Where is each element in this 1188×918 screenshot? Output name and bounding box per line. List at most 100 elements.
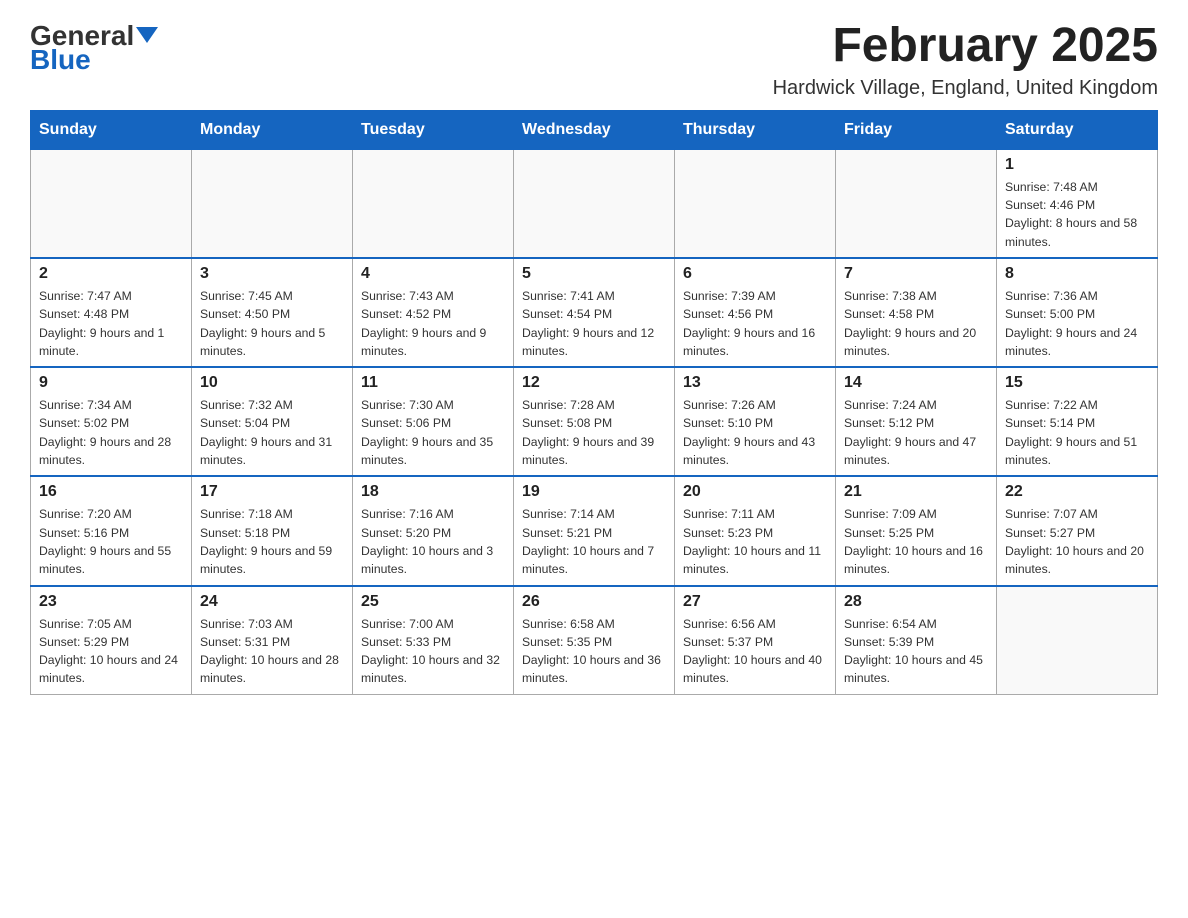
day-number: 25	[361, 593, 505, 611]
day-info: Sunrise: 7:24 AMSunset: 5:12 PMDaylight:…	[844, 396, 988, 469]
day-number: 23	[39, 593, 183, 611]
day-number: 17	[200, 483, 344, 501]
day-number: 3	[200, 265, 344, 283]
calendar-header-row: SundayMondayTuesdayWednesdayThursdayFrid…	[31, 110, 1158, 149]
day-info: Sunrise: 6:56 AMSunset: 5:37 PMDaylight:…	[683, 615, 827, 688]
day-info: Sunrise: 7:16 AMSunset: 5:20 PMDaylight:…	[361, 505, 505, 578]
day-info: Sunrise: 7:07 AMSunset: 5:27 PMDaylight:…	[1005, 505, 1149, 578]
day-info: Sunrise: 7:32 AMSunset: 5:04 PMDaylight:…	[200, 396, 344, 469]
calendar-cell: 6 Sunrise: 7:39 AMSunset: 4:56 PMDaylight…	[675, 258, 836, 367]
day-number: 15	[1005, 374, 1149, 392]
calendar-week-0: 1 Sunrise: 7:48 AMSunset: 4:46 PMDaylight…	[31, 149, 1158, 258]
calendar-cell: 13Sunrise: 7:26 AMSunset: 5:10 PMDayligh…	[675, 367, 836, 476]
day-number: 27	[683, 593, 827, 611]
calendar-cell	[675, 149, 836, 258]
day-number: 12	[522, 374, 666, 392]
calendar-cell: 11 Sunrise: 7:30 AMSunset: 5:06 PMDayligh…	[353, 367, 514, 476]
day-info: Sunrise: 7:39 AMSunset: 4:56 PMDaylight:…	[683, 287, 827, 360]
calendar-table: SundayMondayTuesdayWednesdayThursdayFrid…	[30, 110, 1158, 695]
header-tuesday: Tuesday	[353, 110, 514, 149]
calendar-cell	[836, 149, 997, 258]
calendar-cell: 1 Sunrise: 7:48 AMSunset: 4:46 PMDaylight…	[997, 149, 1158, 258]
calendar-cell	[514, 149, 675, 258]
day-info: Sunrise: 6:58 AMSunset: 5:35 PMDaylight:…	[522, 615, 666, 688]
day-info: Sunrise: 7:20 AMSunset: 5:16 PMDaylight:…	[39, 505, 183, 578]
month-title: February 2025	[773, 20, 1158, 73]
calendar-cell: 10 Sunrise: 7:32 AMSunset: 5:04 PMDayligh…	[192, 367, 353, 476]
day-info: Sunrise: 7:22 AMSunset: 5:14 PMDaylight:…	[1005, 396, 1149, 469]
day-info: Sunrise: 7:47 AMSunset: 4:48 PMDaylight:…	[39, 287, 183, 360]
day-number: 1	[1005, 156, 1149, 174]
calendar-cell: 4 Sunrise: 7:43 AMSunset: 4:52 PMDaylight…	[353, 258, 514, 367]
day-info: Sunrise: 7:00 AMSunset: 5:33 PMDaylight:…	[361, 615, 505, 688]
day-info: Sunrise: 7:11 AMSunset: 5:23 PMDaylight:…	[683, 505, 827, 578]
calendar-cell: 2Sunrise: 7:47 AMSunset: 4:48 PMDaylight…	[31, 258, 192, 367]
calendar-cell: 7Sunrise: 7:38 AMSunset: 4:58 PMDaylight…	[836, 258, 997, 367]
day-info: Sunrise: 7:28 AMSunset: 5:08 PMDaylight:…	[522, 396, 666, 469]
page-header: General Blue February 2025 Hardwick Vill…	[30, 20, 1158, 100]
day-number: 24	[200, 593, 344, 611]
day-info: Sunrise: 7:30 AMSunset: 5:06 PMDaylight:…	[361, 396, 505, 469]
day-info: Sunrise: 7:36 AMSunset: 5:00 PMDaylight:…	[1005, 287, 1149, 360]
day-number: 10	[200, 374, 344, 392]
calendar-cell: 28Sunrise: 6:54 AMSunset: 5:39 PMDayligh…	[836, 586, 997, 695]
day-number: 16	[39, 483, 183, 501]
day-info: Sunrise: 7:18 AMSunset: 5:18 PMDaylight:…	[200, 505, 344, 578]
calendar-cell: 21Sunrise: 7:09 AMSunset: 5:25 PMDayligh…	[836, 476, 997, 585]
calendar-cell: 24 Sunrise: 7:03 AMSunset: 5:31 PMDayligh…	[192, 586, 353, 695]
calendar-cell	[192, 149, 353, 258]
day-number: 14	[844, 374, 988, 392]
day-number: 9	[39, 374, 183, 392]
day-number: 19	[522, 483, 666, 501]
calendar-cell: 18 Sunrise: 7:16 AMSunset: 5:20 PMDayligh…	[353, 476, 514, 585]
calendar-week-2: 9 Sunrise: 7:34 AMSunset: 5:02 PMDaylight…	[31, 367, 1158, 476]
calendar-cell	[997, 586, 1158, 695]
day-info: Sunrise: 7:09 AMSunset: 5:25 PMDaylight:…	[844, 505, 988, 578]
calendar-cell: 14 Sunrise: 7:24 AMSunset: 5:12 PMDayligh…	[836, 367, 997, 476]
day-number: 22	[1005, 483, 1149, 501]
day-number: 18	[361, 483, 505, 501]
day-number: 11	[361, 374, 505, 392]
calendar-cell: 22 Sunrise: 7:07 AMSunset: 5:27 PMDayligh…	[997, 476, 1158, 585]
header-friday: Friday	[836, 110, 997, 149]
header-monday: Monday	[192, 110, 353, 149]
day-number: 6	[683, 265, 827, 283]
calendar-week-1: 2Sunrise: 7:47 AMSunset: 4:48 PMDaylight…	[31, 258, 1158, 367]
calendar-cell: 20 Sunrise: 7:11 AMSunset: 5:23 PMDayligh…	[675, 476, 836, 585]
day-info: Sunrise: 7:05 AMSunset: 5:29 PMDaylight:…	[39, 615, 183, 688]
day-info: Sunrise: 7:03 AMSunset: 5:31 PMDaylight:…	[200, 615, 344, 688]
logo-arrow-icon	[136, 23, 158, 45]
header-sunday: Sunday	[31, 110, 192, 149]
day-info: Sunrise: 7:41 AMSunset: 4:54 PMDaylight:…	[522, 287, 666, 360]
day-info: Sunrise: 7:48 AMSunset: 4:46 PMDaylight:…	[1005, 178, 1149, 251]
calendar-cell: 5Sunrise: 7:41 AMSunset: 4:54 PMDaylight…	[514, 258, 675, 367]
day-number: 28	[844, 593, 988, 611]
day-number: 20	[683, 483, 827, 501]
calendar-cell	[31, 149, 192, 258]
day-info: Sunrise: 7:43 AMSunset: 4:52 PMDaylight:…	[361, 287, 505, 360]
header-wednesday: Wednesday	[514, 110, 675, 149]
header-saturday: Saturday	[997, 110, 1158, 149]
day-info: Sunrise: 7:14 AMSunset: 5:21 PMDaylight:…	[522, 505, 666, 578]
day-number: 8	[1005, 265, 1149, 283]
calendar-cell	[353, 149, 514, 258]
calendar-cell: 25 Sunrise: 7:00 AMSunset: 5:33 PMDayligh…	[353, 586, 514, 695]
calendar-cell: 27 Sunrise: 6:56 AMSunset: 5:37 PMDayligh…	[675, 586, 836, 695]
day-number: 7	[844, 265, 988, 283]
calendar-cell: 3 Sunrise: 7:45 AMSunset: 4:50 PMDaylight…	[192, 258, 353, 367]
calendar-cell: 26 Sunrise: 6:58 AMSunset: 5:35 PMDayligh…	[514, 586, 675, 695]
location-subtitle: Hardwick Village, England, United Kingdo…	[773, 77, 1158, 100]
header-thursday: Thursday	[675, 110, 836, 149]
calendar-week-3: 16 Sunrise: 7:20 AMSunset: 5:16 PMDayligh…	[31, 476, 1158, 585]
calendar-cell: 16 Sunrise: 7:20 AMSunset: 5:16 PMDayligh…	[31, 476, 192, 585]
day-info: Sunrise: 7:45 AMSunset: 4:50 PMDaylight:…	[200, 287, 344, 360]
calendar-cell: 19 Sunrise: 7:14 AMSunset: 5:21 PMDayligh…	[514, 476, 675, 585]
day-number: 26	[522, 593, 666, 611]
day-number: 4	[361, 265, 505, 283]
day-number: 13	[683, 374, 827, 392]
title-block: February 2025 Hardwick Village, England,…	[773, 20, 1158, 100]
calendar-cell: 12 Sunrise: 7:28 AMSunset: 5:08 PMDayligh…	[514, 367, 675, 476]
day-info: Sunrise: 7:34 AMSunset: 5:02 PMDaylight:…	[39, 396, 183, 469]
calendar-cell: 8 Sunrise: 7:36 AMSunset: 5:00 PMDaylight…	[997, 258, 1158, 367]
calendar-week-4: 23 Sunrise: 7:05 AMSunset: 5:29 PMDayligh…	[31, 586, 1158, 695]
